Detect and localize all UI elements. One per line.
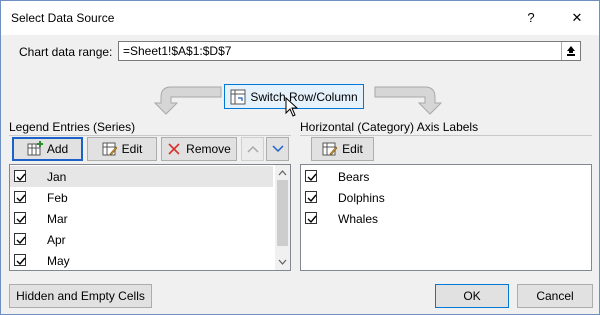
close-button[interactable]: ✕ (567, 8, 587, 28)
select-data-source-dialog: Select Data Source ? ✕ Chart data range:… (0, 0, 600, 315)
scroll-up-icon[interactable] (275, 167, 290, 179)
cancel-label: Cancel (536, 289, 574, 303)
chart-data-range-input[interactable]: =Sheet1!$A$1:$D$7 (118, 41, 581, 61)
title-bar: Select Data Source ? ✕ (1, 1, 599, 35)
checkmark-icon (16, 236, 26, 245)
checkmark-icon (16, 257, 26, 266)
edit-table-icon (322, 142, 338, 156)
axis-labels-title: Horizontal (Category) Axis Labels (300, 120, 479, 134)
checkmark-icon (307, 194, 317, 203)
checkmark-icon (16, 215, 26, 224)
checkbox[interactable] (305, 191, 317, 203)
list-item-label: Mar (47, 212, 68, 226)
checkbox[interactable] (14, 170, 26, 182)
dialog-title: Select Data Source (11, 11, 115, 25)
right-arrow-icon (374, 86, 443, 115)
list-item-label: Feb (47, 191, 68, 205)
list-item-label: Jan (47, 170, 67, 184)
ok-label: OK (463, 289, 481, 303)
edit-series-button[interactable]: Edit (87, 137, 157, 161)
list-item[interactable]: Feb (10, 187, 273, 208)
hidden-empty-cells-button[interactable]: Hidden and Empty Cells (9, 284, 152, 308)
axis-toolbar-top (300, 135, 592, 136)
list-item[interactable]: May (10, 250, 273, 270)
remove-series-button[interactable]: Remove (161, 137, 237, 161)
chevron-down-icon (271, 145, 284, 153)
list-item[interactable]: Mar (10, 208, 273, 229)
checkmark-icon (16, 173, 26, 182)
move-down-button[interactable] (266, 137, 289, 161)
edit-axis-labels-button[interactable]: Edit (311, 137, 374, 161)
legend-scroll-thumb[interactable] (277, 180, 288, 246)
legend-entries-title: Legend Entries (Series) (9, 120, 136, 134)
collapse-up-icon (567, 46, 575, 56)
checkmark-icon (307, 173, 317, 182)
remove-x-icon (168, 143, 180, 155)
move-up-button[interactable] (241, 137, 264, 161)
switch-row-column-label: Switch Row/Column (250, 89, 358, 104)
checkbox[interactable] (14, 191, 26, 203)
checkbox[interactable] (14, 212, 26, 224)
edit-series-label: Edit (121, 142, 143, 156)
help-button[interactable]: ? (521, 8, 541, 28)
checkbox[interactable] (305, 212, 317, 224)
list-item[interactable]: Dolphins (301, 187, 591, 208)
list-item-label: Apr (47, 233, 66, 247)
scroll-down-icon[interactable] (275, 256, 290, 268)
hidden-empty-cells-label: Hidden and Empty Cells (16, 289, 145, 303)
ok-button[interactable]: OK (435, 284, 509, 308)
legend-scrollbar[interactable] (275, 165, 290, 270)
list-item[interactable]: Whales (301, 208, 591, 229)
chart-data-range-value: =Sheet1!$A$1:$D$7 (123, 44, 232, 58)
add-table-icon (27, 141, 43, 156)
collapse-dialog-button[interactable] (561, 42, 580, 60)
chevron-up-icon (246, 145, 259, 153)
edit-table-icon (102, 142, 118, 156)
legend-entries-list[interactable]: Jan Feb Mar Apr May (9, 164, 291, 271)
checkmark-icon (16, 194, 26, 203)
checkbox[interactable] (14, 233, 26, 245)
chart-data-range-label: Chart data range: (19, 45, 113, 59)
list-item-label: Bears (338, 170, 370, 184)
list-item[interactable]: Jan (10, 166, 273, 187)
remove-label: Remove (186, 142, 231, 156)
list-item[interactable]: Apr (10, 229, 273, 250)
checkbox[interactable] (14, 254, 26, 266)
checkmark-icon (307, 215, 317, 224)
list-item-label: Dolphins (338, 191, 385, 205)
checkbox[interactable] (305, 170, 317, 182)
cancel-button[interactable]: Cancel (517, 284, 593, 308)
list-item-label: Whales (338, 212, 379, 226)
cursor-icon (285, 97, 299, 117)
legend-toolbar-top (9, 135, 291, 136)
add-series-button[interactable]: Add (12, 137, 83, 161)
axis-labels-list[interactable]: Bears Dolphins Whales (300, 164, 592, 271)
switch-icon (230, 89, 246, 104)
left-arrow-icon (153, 86, 222, 115)
edit-axis-label: Edit (342, 142, 363, 156)
list-item-label: May (47, 254, 70, 268)
list-item[interactable]: Bears (301, 166, 591, 187)
add-label: Add (46, 142, 69, 156)
